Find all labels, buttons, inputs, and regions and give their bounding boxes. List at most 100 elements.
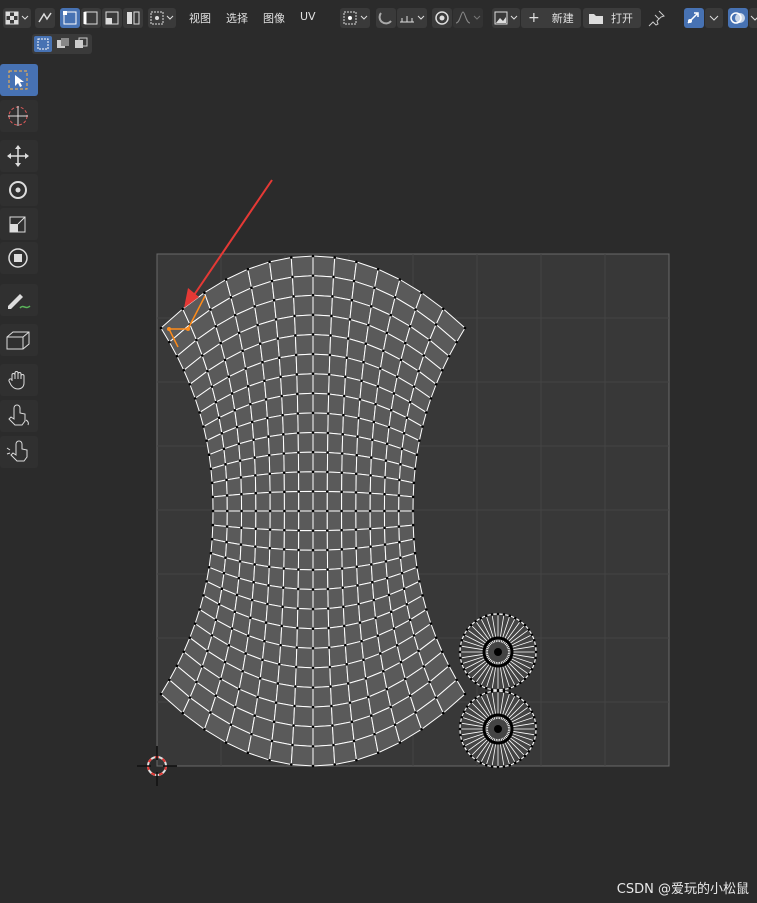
uv-vertex[interactable] (360, 379, 363, 383)
uv-vertex[interactable] (268, 509, 272, 513)
uv-vertex[interactable] (230, 392, 234, 395)
uv-face[interactable] (312, 412, 329, 434)
uv-face[interactable] (275, 315, 296, 340)
uv-vertex[interactable] (400, 571, 404, 575)
uv-vertex[interactable] (428, 680, 431, 684)
uv-vertex[interactable] (421, 425, 424, 428)
uv-vertex[interactable] (297, 509, 301, 513)
uv-vertex[interactable] (233, 313, 237, 317)
uv-face[interactable] (312, 607, 330, 630)
uv-vertex[interactable] (369, 545, 372, 548)
uv-vertex[interactable] (403, 341, 407, 345)
uv-vertex[interactable] (358, 398, 362, 401)
uv-vertex[interactable] (249, 616, 252, 620)
uv-face[interactable] (283, 471, 300, 493)
uv-vertex[interactable] (297, 470, 300, 474)
uv-vertex[interactable] (225, 540, 228, 544)
uv-face[interactable] (312, 314, 332, 337)
uv-vertex[interactable] (227, 375, 231, 378)
uv-vertex[interactable] (311, 372, 315, 375)
uv-vertex[interactable] (254, 509, 258, 513)
uv-vertex[interactable] (311, 313, 315, 317)
uv-vertex[interactable] (311, 293, 315, 297)
uv-vertex[interactable] (206, 649, 209, 653)
uv-vertex[interactable] (342, 394, 346, 398)
snap-toggle[interactable] (376, 8, 396, 28)
uv-face[interactable] (269, 510, 285, 531)
uv-face[interactable] (295, 646, 314, 669)
uv-vertex[interactable] (297, 490, 300, 493)
uv-vertex[interactable] (395, 375, 399, 378)
uv-face[interactable] (265, 395, 284, 419)
uv-vertex[interactable] (239, 543, 243, 546)
uv-vertex[interactable] (296, 607, 300, 610)
uv-face[interactable] (329, 334, 349, 359)
uv-face[interactable] (330, 682, 351, 707)
uv-vertex[interactable] (311, 647, 315, 650)
uv-vertex[interactable] (354, 528, 358, 531)
uv-vertex[interactable] (229, 723, 233, 726)
uv-vertex[interactable] (270, 739, 274, 743)
uv-face[interactable] (384, 526, 400, 546)
menu-uv[interactable]: UV (300, 10, 316, 23)
uv-face[interactable] (327, 432, 344, 455)
uv-vertex[interactable] (344, 375, 347, 379)
uv-vertex[interactable] (311, 333, 315, 336)
set-new-selection-button[interactable] (34, 36, 52, 52)
uv-vertex[interactable] (237, 687, 241, 691)
uv-vertex[interactable] (326, 470, 329, 474)
uv-face[interactable] (383, 510, 400, 529)
uv-face[interactable] (226, 510, 243, 529)
uv-vertex[interactable] (240, 492, 243, 496)
uv-face[interactable] (312, 529, 328, 551)
uv-face[interactable] (326, 471, 343, 493)
uv-face[interactable] (312, 685, 332, 708)
uv-vertex[interactable] (402, 587, 406, 591)
uv-vertex[interactable] (311, 529, 315, 532)
uv-vertex[interactable] (371, 438, 374, 442)
uv-vertex[interactable] (358, 621, 362, 624)
uv-vertex[interactable] (258, 342, 262, 345)
uv-face[interactable] (312, 432, 329, 454)
uv-vertex[interactable] (415, 566, 419, 569)
uv-vertex[interactable] (297, 548, 300, 552)
uv-vertex[interactable] (291, 275, 294, 279)
uv-vertex[interactable] (233, 610, 237, 614)
uv-face[interactable] (297, 451, 314, 473)
uv-vertex[interactable] (383, 543, 387, 546)
uv-face[interactable] (282, 587, 299, 610)
uv-vertex[interactable] (294, 665, 298, 669)
gizmo-dropdown[interactable] (705, 8, 723, 28)
uv-vertex[interactable] (224, 741, 228, 744)
uv-vertex[interactable] (214, 325, 218, 328)
uv-face[interactable] (355, 510, 371, 531)
uv-face[interactable] (370, 439, 388, 462)
uv-face[interactable] (291, 275, 314, 298)
uv-vertex[interactable] (399, 660, 403, 664)
uv-vertex[interactable] (237, 331, 241, 335)
uv-vertex[interactable] (181, 307, 185, 311)
uv-vertex[interactable] (268, 491, 272, 494)
uv-face[interactable] (291, 724, 314, 747)
uv-vertex[interactable] (326, 529, 329, 532)
uv-vertex[interactable] (376, 267, 380, 271)
uv-vertex[interactable] (389, 313, 393, 317)
uv-vertex[interactable] (398, 741, 402, 744)
uv-vertex[interactable] (364, 342, 368, 345)
uv-face[interactable] (341, 452, 358, 475)
uv-face[interactable] (312, 255, 336, 278)
open-image-button[interactable]: 打开 (583, 8, 641, 28)
uv-vertex[interactable] (246, 385, 250, 388)
uv-vertex[interactable] (211, 495, 215, 499)
uv-face[interactable] (269, 740, 294, 766)
uv-face[interactable] (328, 354, 348, 378)
uv-face[interactable] (312, 549, 329, 571)
uv-face[interactable] (355, 454, 372, 476)
uv-face[interactable] (328, 373, 346, 397)
uv-face[interactable] (328, 625, 346, 649)
uv-vertex[interactable] (250, 732, 253, 736)
uv-face[interactable] (312, 627, 330, 649)
uv-face[interactable] (282, 432, 299, 455)
uv-vertex[interactable] (352, 279, 356, 283)
uv-vertex[interactable] (340, 548, 344, 551)
